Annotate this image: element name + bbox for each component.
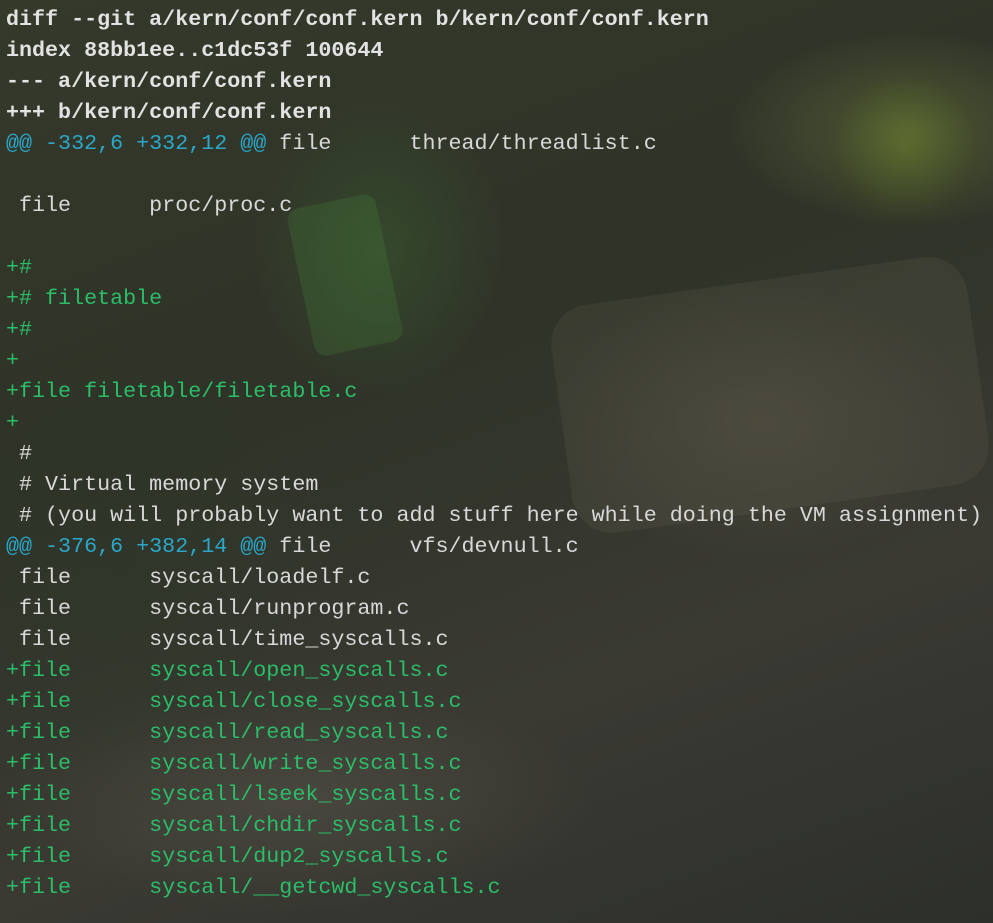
diff-line-context: file syscall/time_syscalls.c [6, 624, 982, 655]
diff-line-text: +file syscall/open_syscalls.c [6, 658, 449, 683]
diff-line-text: file proc/proc.c [6, 193, 293, 218]
diff-line-hunk: @@ -376,6 +382,14 @@ file vfs/devnull.c [6, 531, 982, 562]
diff-line-text: +# filetable [6, 286, 163, 311]
hunk-header-marker: @@ -332,6 +332,12 @@ [6, 131, 267, 156]
diff-line-hunk: @@ -332,6 +332,12 @@ file thread/threadl… [6, 128, 982, 159]
diff-line-added: +file syscall/close_syscalls.c [6, 686, 982, 717]
diff-line-added: +file syscall/read_syscalls.c [6, 717, 982, 748]
diff-line-text: diff --git a/kern/conf/conf.kern b/kern/… [6, 7, 709, 32]
diff-line-added: +file syscall/open_syscalls.c [6, 655, 982, 686]
diff-line-context: # (you will probably want to add stuff h… [6, 500, 982, 531]
diff-line-text: index 88bb1ee..c1dc53f 100644 [6, 38, 384, 63]
diff-line-text: +# [6, 255, 33, 280]
diff-line-text: +file filetable/filetable.c [6, 379, 358, 404]
diff-line-text: + [6, 348, 20, 373]
diff-line-added: +file filetable/filetable.c [6, 376, 982, 407]
diff-line-header: diff --git a/kern/conf/conf.kern b/kern/… [6, 4, 982, 35]
diff-line-text: +++ b/kern/conf/conf.kern [6, 100, 332, 125]
diff-line-added: +file syscall/lseek_syscalls.c [6, 779, 982, 810]
diff-line-context: # [6, 438, 982, 469]
diff-line-context: file syscall/loadelf.c [6, 562, 982, 593]
diff-line-text: # Virtual memory system [6, 472, 319, 497]
diff-line-added: +# [6, 252, 982, 283]
diff-line-added: +file syscall/dup2_syscalls.c [6, 841, 982, 872]
diff-line-added: + [6, 407, 982, 438]
diff-line-text: +file syscall/chdir_syscalls.c [6, 813, 462, 838]
diff-output[interactable]: diff --git a/kern/conf/conf.kern b/kern/… [6, 4, 982, 903]
diff-line-header: +++ b/kern/conf/conf.kern [6, 97, 982, 128]
diff-line-added: +file syscall/__getcwd_syscalls.c [6, 872, 982, 903]
diff-line-context [6, 221, 982, 252]
diff-line-text: --- a/kern/conf/conf.kern [6, 69, 332, 94]
diff-line-context [6, 159, 982, 190]
diff-line-text: +file syscall/read_syscalls.c [6, 720, 449, 745]
diff-line-header: index 88bb1ee..c1dc53f 100644 [6, 35, 982, 66]
diff-line-text: # [6, 441, 33, 466]
diff-line-added: +file syscall/write_syscalls.c [6, 748, 982, 779]
diff-line-text: +file syscall/lseek_syscalls.c [6, 782, 462, 807]
hunk-header-marker: @@ -376,6 +382,14 @@ [6, 534, 267, 559]
diff-line-added: +file syscall/chdir_syscalls.c [6, 810, 982, 841]
diff-line-text: file syscall/loadelf.c [6, 565, 371, 590]
diff-line-text: +file syscall/write_syscalls.c [6, 751, 462, 776]
diff-line-added: + [6, 345, 982, 376]
diff-line-context: # Virtual memory system [6, 469, 982, 500]
diff-line-text: file syscall/time_syscalls.c [6, 627, 449, 652]
diff-line-added: +# filetable [6, 283, 982, 314]
diff-line-text: file syscall/runprogram.c [6, 596, 410, 621]
hunk-header-context: file vfs/devnull.c [266, 534, 579, 559]
diff-line-text: +file syscall/close_syscalls.c [6, 689, 462, 714]
diff-line-text: +file syscall/dup2_syscalls.c [6, 844, 449, 869]
diff-line-context: file syscall/runprogram.c [6, 593, 982, 624]
diff-line-header: --- a/kern/conf/conf.kern [6, 66, 982, 97]
hunk-header-context: file thread/threadlist.c [266, 131, 657, 156]
diff-line-text: + [6, 410, 20, 435]
diff-line-context: file proc/proc.c [6, 190, 982, 221]
diff-line-text: # (you will probably want to add stuff h… [6, 503, 983, 528]
diff-line-text: +file syscall/__getcwd_syscalls.c [6, 875, 501, 900]
diff-line-added: +# [6, 314, 982, 345]
diff-line-text: +# [6, 317, 33, 342]
